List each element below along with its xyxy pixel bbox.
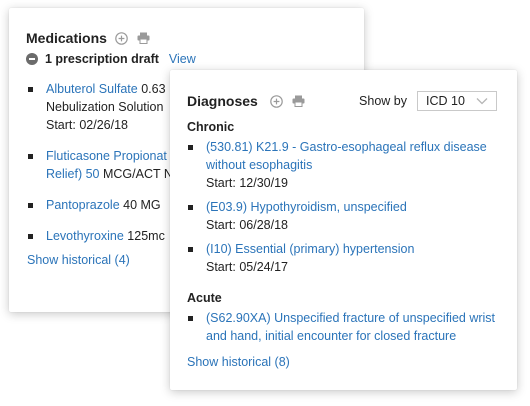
diagnosis-link[interactable]: (I10) Essential (primary) hypertension <box>206 242 414 256</box>
list-item: (S62.90XA) Unspecified fracture of unspe… <box>187 309 505 345</box>
chevron-down-icon <box>476 94 488 108</box>
diagnosis-link[interactable]: (E03.9) Hypothyroidism, unspecified <box>206 200 407 214</box>
bullet-icon <box>188 316 193 321</box>
medication-link-continued[interactable]: Relief) 50 <box>46 167 100 181</box>
medication-detail: 0.63 <box>137 82 166 96</box>
medication-detail: 125mc <box>123 229 165 243</box>
diagnosis-start: Start: 12/30/19 <box>206 176 289 190</box>
medication-link[interactable]: Fluticasone Propionat <box>46 149 167 163</box>
section-title-acute: Acute <box>187 291 222 305</box>
bullet-icon <box>188 247 193 252</box>
show-historical-medications-link[interactable]: Show historical (4) <box>27 253 130 267</box>
bullet-icon <box>28 234 33 239</box>
diagnoses-header: Diagnoses <box>187 93 306 109</box>
medication-link[interactable]: Albuterol Sulfate <box>46 82 138 96</box>
medication-link[interactable]: Pantoprazole <box>46 198 120 212</box>
section-title-chronic: Chronic <box>187 120 235 134</box>
draft-count-text: 1 prescription draft <box>45 52 159 66</box>
print-icon[interactable] <box>137 31 151 45</box>
bullet-icon <box>188 205 193 210</box>
list-item: (E03.9) Hypothyroidism, unspecified Star… <box>187 198 505 234</box>
diagnoses-card: Diagnoses Show by ICD 10 Chronic (530.81… <box>170 70 517 390</box>
medication-detail: 40 MG <box>119 198 161 212</box>
show-by-control: Show by ICD 10 <box>359 91 497 111</box>
prescription-draft: 1 prescription draft View <box>26 52 196 66</box>
medication-detail: MCG/ACT N <box>99 167 173 181</box>
medication-start: Start: 02/26/18 <box>46 118 129 132</box>
diagnosis-link[interactable]: (530.81) K21.9 - Gastro-esophageal reflu… <box>206 140 487 172</box>
minus-circle-icon[interactable] <box>26 53 38 65</box>
medication-link[interactable]: Levothyroxine <box>46 229 124 243</box>
acute-diagnosis-list: (S62.90XA) Unspecified fracture of unspe… <box>187 309 505 351</box>
list-item: (I10) Essential (primary) hypertension S… <box>187 240 505 276</box>
bullet-icon <box>28 87 33 92</box>
bullet-icon <box>188 145 193 150</box>
chronic-diagnosis-list: (530.81) K21.9 - Gastro-esophageal reflu… <box>187 138 505 282</box>
show-historical-diagnoses-link[interactable]: Show historical (8) <box>187 355 290 369</box>
print-icon[interactable] <box>292 94 306 108</box>
diagnoses-title: Diagnoses <box>187 93 258 109</box>
medication-detail-line: Nebulization Solution <box>46 100 164 114</box>
show-by-label: Show by <box>359 94 407 108</box>
medications-header: Medications <box>26 30 151 46</box>
add-circle-icon[interactable] <box>115 31 129 45</box>
medications-title: Medications <box>26 30 107 46</box>
add-circle-icon[interactable] <box>270 94 284 108</box>
code-system-select[interactable]: ICD 10 <box>417 91 497 111</box>
bullet-icon <box>28 154 33 159</box>
diagnosis-start: Start: 06/28/18 <box>206 218 289 232</box>
diagnosis-link[interactable]: (S62.90XA) Unspecified fracture of unspe… <box>206 311 495 343</box>
view-draft-link[interactable]: View <box>169 52 196 66</box>
list-item: (530.81) K21.9 - Gastro-esophageal reflu… <box>187 138 505 192</box>
code-system-value: ICD 10 <box>426 94 465 108</box>
diagnosis-start: Start: 05/24/17 <box>206 260 289 274</box>
bullet-icon <box>28 203 33 208</box>
